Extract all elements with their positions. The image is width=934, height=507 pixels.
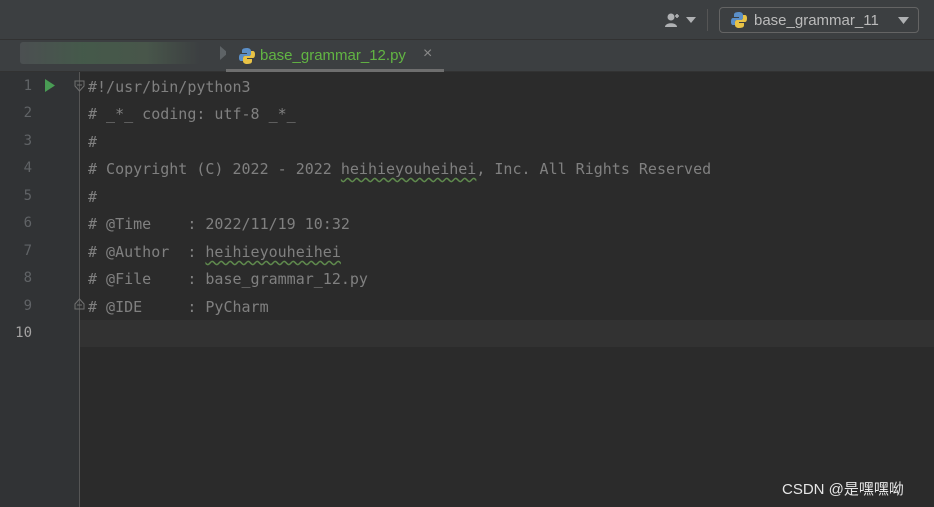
run-configuration-select[interactable]: base_grammar_11: [719, 7, 919, 33]
line-number: 3: [23, 133, 32, 149]
line-number: 1: [23, 78, 32, 94]
python-file-icon: [239, 48, 255, 64]
editor-tab-bar: base_grammar_12.py ×: [0, 40, 934, 72]
code-line: # @Author : heihieyouheihei: [88, 243, 341, 261]
tab-title: base_grammar_12.py: [260, 47, 406, 64]
code-line: # @Time : 2022/11/19 10:32: [88, 215, 350, 233]
spelling-typo: heihieyouheihei: [340, 160, 477, 178]
toolbar-divider: [707, 9, 708, 31]
fold-marker-icon[interactable]: [74, 80, 85, 92]
top-toolbar: base_grammar_11: [0, 0, 934, 40]
editor-tab-blurred[interactable]: [18, 40, 228, 71]
spelling-typo: heihieyouheihei: [205, 243, 341, 261]
line-number: 5: [23, 188, 32, 204]
line-number: 9: [23, 298, 32, 314]
python-icon: [731, 12, 747, 28]
user-icon: [665, 13, 679, 27]
line-number: 8: [23, 270, 32, 286]
code-line: #: [88, 188, 98, 206]
editor-tab-active[interactable]: base_grammar_12.py ×: [226, 40, 444, 72]
line-number: 4: [23, 160, 32, 176]
fold-marker-icon[interactable]: [74, 298, 85, 310]
line-number: 6: [23, 215, 32, 231]
code-line: # @File : base_grammar_12.py: [88, 270, 368, 288]
line-number: 7: [23, 243, 32, 259]
run-configuration-label: base_grammar_11: [754, 11, 879, 29]
chevron-down-icon: [686, 17, 696, 23]
user-menu-button[interactable]: [664, 9, 698, 31]
active-tab-indicator: [226, 69, 444, 72]
line-number-current: 10: [15, 325, 32, 341]
code-line: # Copyright (C) 2022 - 2022 heihieyouhei…: [88, 160, 712, 178]
close-tab-icon[interactable]: ×: [423, 45, 432, 63]
gutter-divider: [79, 72, 80, 507]
code-line: #!/usr/bin/python3: [88, 78, 251, 96]
current-line-highlight: [80, 320, 934, 347]
chevron-down-icon: [898, 17, 909, 24]
line-number: 2: [23, 105, 32, 121]
code-line: # _*_ coding: utf-8 _*_: [88, 105, 296, 123]
code-line: #: [88, 133, 98, 151]
code-line: # @IDE : PyCharm: [88, 298, 269, 316]
blurred-tab-label: [20, 42, 200, 64]
run-icon[interactable]: [44, 79, 56, 92]
watermark: CSDN @是嘿嘿呦: [782, 481, 904, 498]
